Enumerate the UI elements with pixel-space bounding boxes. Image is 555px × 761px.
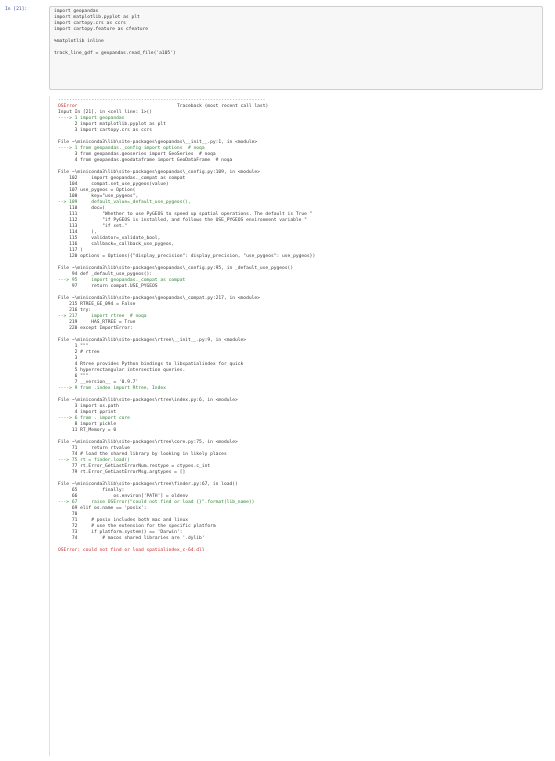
cell-prompt: In [21]: <box>5 7 28 12</box>
output-area: ----------------------------------------… <box>49 96 544 756</box>
traceback-header-text: Traceback (most recent call last) <box>176 104 269 109</box>
code-line: track_line_gdf = geopandas.read_file('a1… <box>54 51 176 56</box>
error-name: OSError <box>58 104 78 109</box>
traceback-output: ----------------------------------------… <box>50 96 544 556</box>
code-editor[interactable]: import geopandas import matplotlib.pyplot… <box>50 7 542 59</box>
code-input-cell[interactable]: import geopandas import matplotlib.pyplot… <box>49 6 543 90</box>
final-error-message: OSError: could not find or load spatiali… <box>58 548 205 553</box>
